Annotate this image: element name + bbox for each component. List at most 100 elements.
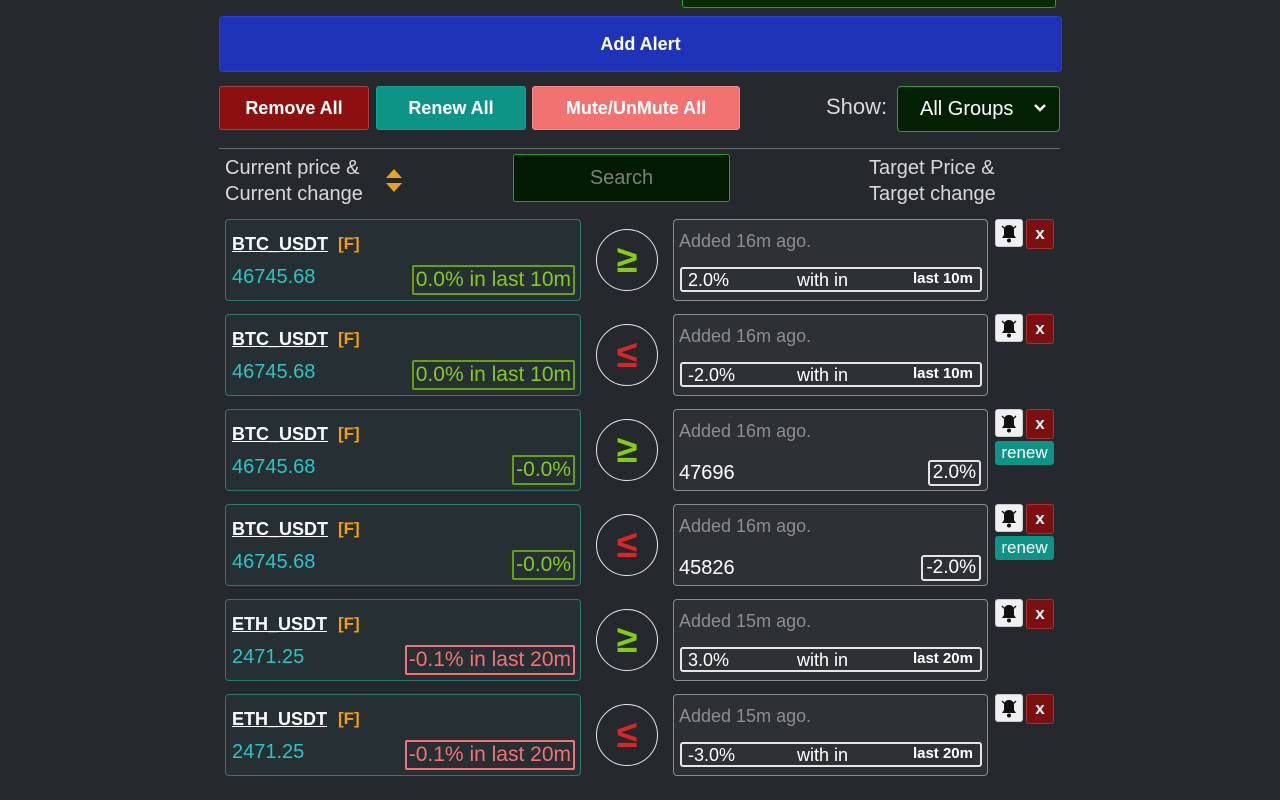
target-price: 47696 [679,462,735,484]
current-change-badge: -0.1% in last 20m [404,740,575,770]
bell-icon[interactable] [995,599,1023,627]
show-label: Show: [826,94,888,119]
less-equal-icon: ≤ [596,324,658,386]
bell-icon[interactable] [995,409,1023,437]
target-change-badge: 2.0% [927,460,981,486]
bell-icon[interactable] [995,314,1023,342]
pair-link[interactable]: BTC_USDT [232,519,328,540]
current-change-badge: 0.0% in last 10m [411,265,575,295]
current-price: 46745.68 [232,551,316,573]
pair-link[interactable]: BTC_USDT [232,424,328,445]
current-price: 46745.68 [232,456,316,478]
alert-row: ETH_USDT [F] 2471.25 -0.1% in last 20m ≥… [0,599,1280,683]
added-time: Added 16m ago. [679,231,812,251]
futures-tag: [F] [338,329,360,348]
current-price-card: BTC_USDT [F] 46745.68 0.0% in last 10m [225,219,581,301]
greater-equal-icon: ≥ [596,229,658,291]
group-select-value: All Groups [920,97,1014,120]
added-time: Added 16m ago. [679,421,812,441]
bell-icon[interactable] [995,694,1023,722]
target-change-value: 3.0% [688,650,730,670]
close-icon[interactable]: x [1026,314,1054,344]
current-price-header: Current price & Current change [225,155,363,207]
current-change-badge: 0.0% in last 10m [411,360,575,390]
added-time: Added 15m ago. [679,706,812,726]
target-card: Added 16m ago. 45826 -2.0% [673,504,988,586]
target-price-header: Target Price & Target change [869,155,996,207]
target-card: Added 15m ago. 3.0% with in last 20m [673,599,988,681]
less-equal-icon: ≤ [596,514,658,576]
alert-row: BTC_USDT [F] 46745.68 0.0% in last 10m ≤… [0,314,1280,398]
added-time: Added 16m ago. [679,326,812,346]
current-change-badge: -0.0% [512,550,575,580]
futures-tag: [F] [338,424,360,443]
within-label: with in [797,745,849,765]
futures-tag: [F] [338,614,360,633]
futures-tag: [F] [338,519,360,538]
current-price-card: BTC_USDT [F] 46745.68 0.0% in last 10m [225,314,581,396]
target-change-box: -3.0% with in last 20m [680,742,982,767]
current-price: 2471.25 [232,646,305,668]
target-card: Added 16m ago. 2.0% with in last 10m [673,219,988,301]
current-header-line2: Current change [225,183,363,205]
header-divider [219,148,1060,149]
pair-link[interactable]: BTC_USDT [232,234,328,255]
added-time: Added 16m ago. [679,516,812,536]
alert-row: BTC_USDT [F] 46745.68 -0.0% ≥ Added 16m … [0,409,1280,493]
pair-link[interactable]: BTC_USDT [232,329,328,350]
renew-button[interactable]: renew [995,536,1054,560]
futures-tag: [F] [338,709,360,728]
bell-icon[interactable] [995,219,1023,247]
mute-unmute-all-button[interactable]: Mute/UnMute All [532,86,740,130]
target-card: Added 16m ago. -2.0% with in last 10m [673,314,988,396]
close-icon[interactable]: x [1026,504,1054,534]
alert-row: BTC_USDT [F] 46745.68 -0.0% ≤ Added 16m … [0,504,1280,588]
current-price-card: ETH_USDT [F] 2471.25 -0.1% in last 20m [225,694,581,776]
within-label: with in [797,650,849,670]
target-window: last 20m [912,650,973,667]
target-header-line2: Target change [869,183,996,205]
close-icon[interactable]: x [1026,599,1054,629]
current-price: 2471.25 [232,741,305,763]
futures-tag: [F] [338,234,360,253]
target-window: last 20m [912,745,973,762]
add-alert-button[interactable]: Add Alert [219,16,1062,72]
pair-link[interactable]: ETH_USDT [232,709,327,730]
renew-button[interactable]: renew [995,441,1054,465]
search-input[interactable]: Search [513,154,730,202]
target-window: last 10m [912,365,973,382]
current-header-line1: Current price & [225,157,360,179]
target-change-value: 2.0% [688,270,730,290]
added-time: Added 15m ago. [679,611,812,631]
greater-equal-icon: ≥ [596,609,658,671]
current-change-badge: -0.1% in last 20m [404,645,575,675]
alert-row: ETH_USDT [F] 2471.25 -0.1% in last 20m ≤… [0,694,1280,778]
target-window: last 10m [912,270,973,287]
target-price: 45826 [679,557,735,579]
target-card: Added 15m ago. -3.0% with in last 20m [673,694,988,776]
close-icon[interactable]: x [1026,694,1054,724]
close-icon[interactable]: x [1026,409,1054,439]
target-change-box: 2.0% with in last 10m [680,267,982,292]
bell-icon[interactable] [995,504,1023,532]
sort-up-down-icon[interactable] [384,166,404,196]
group-input-strip[interactable] [682,0,1056,8]
target-change-badge: -2.0% [921,555,981,581]
target-change-box: 3.0% with in last 20m [680,647,982,672]
pair-link[interactable]: ETH_USDT [232,614,327,635]
current-price-card: ETH_USDT [F] 2471.25 -0.1% in last 20m [225,599,581,681]
current-price: 46745.68 [232,266,316,288]
group-select[interactable]: All Groups [897,86,1060,132]
current-price: 46745.68 [232,361,316,383]
greater-equal-icon: ≥ [596,419,658,481]
remove-all-button[interactable]: Remove All [219,86,369,130]
close-icon[interactable]: x [1026,219,1054,249]
alert-row: BTC_USDT [F] 46745.68 0.0% in last 10m ≥… [0,219,1280,303]
target-change-value: -3.0% [688,745,736,765]
current-price-card: BTC_USDT [F] 46745.68 -0.0% [225,504,581,586]
renew-all-button[interactable]: Renew All [376,86,526,130]
chevron-down-icon [1033,98,1047,123]
within-label: with in [797,270,849,290]
current-change-badge: -0.0% [512,455,575,485]
target-header-line1: Target Price & [869,157,995,179]
